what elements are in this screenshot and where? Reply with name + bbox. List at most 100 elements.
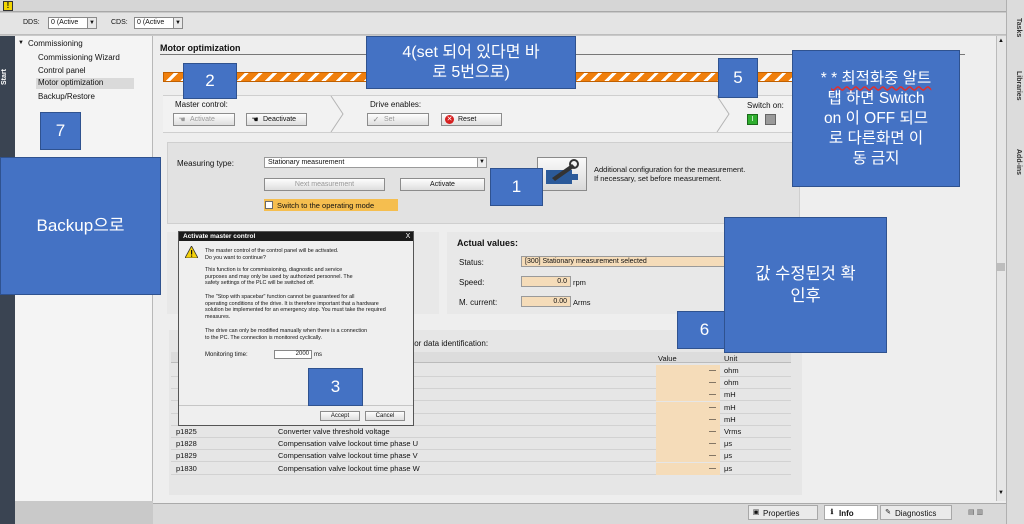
annotation-step-4: 4(set 되어 있다면 바 로 5번으로) (366, 36, 576, 89)
dds-value: 0 (Active (51, 19, 79, 26)
dialog-p2c: solution be implemented for an emergency… (205, 307, 386, 313)
measurement-activate-button[interactable]: Activate (400, 178, 485, 191)
param-value: — (656, 365, 720, 377)
measuring-type-select[interactable]: Stationary measurement ▼ (264, 157, 487, 168)
current-value: 0.00 (521, 296, 571, 307)
param-description: Compensation valve lockout time phase W (278, 463, 420, 473)
trash-icon[interactable] (765, 114, 776, 125)
next-measurement-button[interactable]: Next measurement (264, 178, 385, 191)
master-deactivate-button[interactable]: ☚ Deactivate (246, 113, 307, 126)
param-description: Compensation valve lockout time phase U (278, 439, 419, 449)
tab-tasks[interactable]: Tasks (1008, 8, 1022, 48)
annotation-step-5: 5 (718, 58, 758, 98)
tab-properties-label: Properties (763, 509, 800, 518)
chevron-down-icon[interactable]: ▼ (18, 40, 24, 46)
dialog-p2b: operating conditions of the drive. It is… (205, 300, 379, 307)
param-number: p1825 (176, 427, 197, 436)
note-line2: 탭 하면 Switch (827, 89, 925, 107)
dds-label: DDS: (23, 19, 40, 26)
dialog-title-bar: Activate master control (179, 232, 413, 241)
set-button[interactable]: ✓ Set (367, 113, 429, 126)
nav-item-motor-optimization[interactable]: Motor optimization (36, 78, 134, 89)
nav-item-control-panel[interactable]: Control panel (38, 66, 86, 75)
warning-triangle-icon (185, 246, 198, 258)
scroll-thumb[interactable] (997, 263, 1005, 271)
dialog-p1b: purposes and may only be used by authori… (205, 273, 353, 280)
tab-libraries[interactable]: Libraries (1008, 58, 1022, 113)
cds-label: CDS: (111, 19, 128, 26)
dialog-cancel-button[interactable]: Cancel (365, 411, 405, 421)
scroll-up-icon[interactable]: ▲ (997, 38, 1005, 46)
param-number: p1830 (176, 463, 197, 473)
dialog-p2d: measures. (205, 313, 231, 320)
param-description: Converter valve threshold voltage (278, 427, 390, 436)
param-value: — (656, 450, 720, 463)
dialog-p3a: The drive can only be modified manually … (205, 328, 368, 334)
dialog-accept-button[interactable]: Accept (320, 411, 360, 421)
dialog-line1: The master control of the control panel … (205, 248, 339, 254)
flow-chevron-icon (330, 96, 344, 132)
hand-icon: ☚ (178, 115, 186, 124)
close-icon[interactable]: X (403, 232, 413, 241)
tab-info[interactable]: ℹ Info (824, 505, 878, 520)
chevron-down-icon: ▼ (87, 18, 96, 28)
inspector-tab-bar (153, 503, 1006, 524)
param-value: — (656, 377, 720, 390)
motor-configuration-button[interactable] (537, 157, 587, 191)
column-value-header: Value (658, 354, 677, 363)
param-description: Compensation valve lockout time phase V (278, 451, 418, 461)
note-line5: 동 금지 (852, 149, 900, 167)
master-activate-button[interactable]: ☚ Activate (173, 113, 235, 126)
info-icon: ℹ (830, 509, 834, 516)
annotation-step-2: 2 (183, 63, 237, 99)
config-info-line1: Additional configuration for the measure… (594, 165, 746, 174)
properties-icon: ▣ (752, 509, 760, 516)
nav-root-commissioning[interactable]: Commissioning (28, 39, 83, 48)
scroll-down-icon[interactable]: ▼ (997, 490, 1005, 498)
start-tab[interactable]: Start (1, 62, 14, 92)
annotation-step-4-line1: 4(set 되어 있다면 바 (402, 43, 540, 61)
dialog-p1c: safety settings of the PLC will be switc… (205, 280, 315, 286)
nav-item-backup-restore[interactable]: Backup/Restore (38, 92, 95, 101)
table-heading: tor data identification: (412, 339, 489, 348)
switch-operating-mode-checkbox[interactable] (265, 201, 273, 209)
nav-item-commissioning-wizard[interactable]: Commissioning Wizard (38, 53, 120, 62)
status-label: Status: (459, 258, 484, 267)
param-unit: ohm (724, 366, 739, 375)
note-line3: on 이 OFF 되므 (824, 109, 928, 127)
tab-properties[interactable]: ▣ Properties (748, 505, 818, 520)
param-value: — (656, 426, 720, 438)
note-line1: * * 최적화중 알트 (820, 69, 932, 87)
dialog-divider (179, 405, 413, 406)
flow-chevron-icon (716, 96, 730, 132)
master-control-label: Master control: (175, 100, 228, 109)
param-number: p1829 (176, 451, 197, 461)
cds-select[interactable]: 0 (Active ▼ (134, 17, 183, 29)
reset-label: Reset (458, 116, 477, 123)
drive-enables-label: Drive enables: (370, 100, 422, 109)
annotation-step-7: 7 (40, 112, 81, 150)
dialog-p2a: The "Stop with spacebar" function cannot… (205, 294, 355, 300)
diagnostics-icon: ✎ (885, 509, 891, 516)
reset-button[interactable]: ✕ Reset (441, 113, 502, 126)
annotation-step-1: 1 (490, 168, 543, 206)
param-unit: Vrms (724, 427, 742, 436)
config-info-line2: If necessary, set before measurement. (594, 174, 722, 183)
monitoring-time-input[interactable]: 2000 (274, 350, 312, 359)
check-icon: ✓ (372, 115, 380, 124)
error-icon: ✕ (445, 115, 454, 124)
tab-add-ins[interactable]: Add-ins (1008, 140, 1022, 185)
master-activate-label: Activate (190, 116, 215, 123)
chevron-down-icon: ▼ (173, 18, 182, 28)
dds-select[interactable]: 0 (Active ▼ (48, 17, 97, 29)
value-note-line2: 인후 (790, 287, 821, 305)
param-value: — (656, 413, 720, 426)
param-unit: μs (724, 439, 733, 449)
switch-operating-mode-label: Switch to the operating mode (277, 201, 375, 210)
tab-diagnostics[interactable]: ✎ Diagnostics (880, 505, 952, 520)
window-layout-icon[interactable]: ▤ ▥ (968, 508, 994, 518)
monitoring-time-label: Monitoring time: (205, 352, 248, 358)
warning-icon[interactable]: ! (3, 1, 13, 11)
note-line1-text: * 최적화중 알트 (831, 69, 932, 87)
speed-value: 0.0 (521, 276, 571, 287)
